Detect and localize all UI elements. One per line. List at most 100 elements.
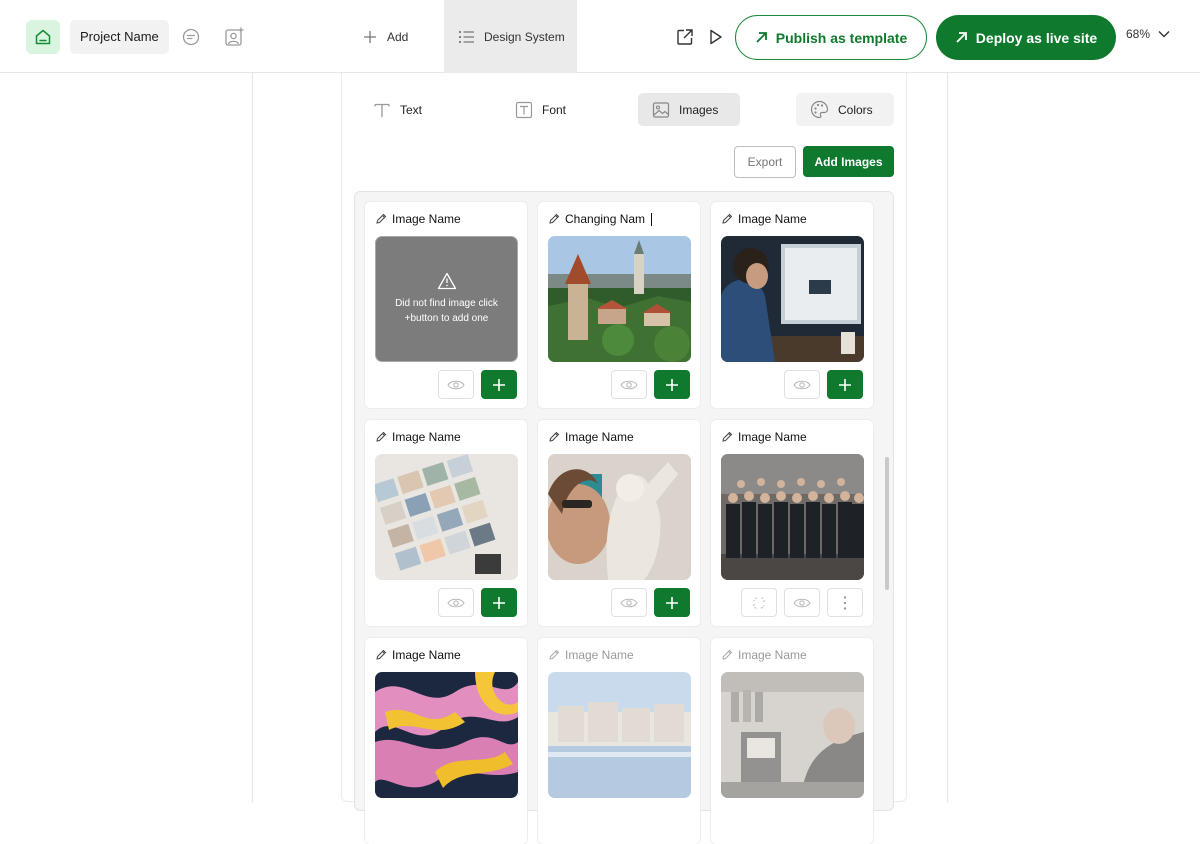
eye-icon: [620, 380, 638, 389]
card-actions: [741, 588, 863, 617]
image-name-field[interactable]: Image Name: [375, 648, 461, 662]
office-desk-photo: [721, 236, 864, 362]
publish-template-button[interactable]: Publish as template: [735, 15, 927, 60]
image-card: Image Name Did not find image click +but…: [365, 202, 527, 408]
top-bar: Project Name Add Design System Publish a…: [0, 0, 1200, 73]
image-card: Image Name: [711, 420, 873, 626]
add-image-button[interactable]: [481, 370, 517, 399]
add-image-button[interactable]: [654, 588, 690, 617]
eye-icon: [447, 598, 465, 607]
preview-button[interactable]: [784, 588, 820, 617]
marble-art-photo: [375, 672, 518, 798]
riverside-city-photo: [548, 672, 691, 798]
card-actions: [438, 370, 517, 399]
image-grid: Image Name Did not find image click +but…: [354, 191, 894, 844]
preview-button[interactable]: [611, 588, 647, 617]
old-town-photo: [548, 236, 691, 362]
preview-button[interactable]: [784, 370, 820, 399]
pencil-icon: [549, 431, 560, 442]
more-vertical-icon: [843, 595, 847, 610]
image-name-field[interactable]: Changing Nam: [548, 212, 653, 226]
panel-tabs: Text Font Images Colors: [355, 93, 895, 127]
pencil-icon: [376, 431, 387, 442]
plus-icon: [364, 31, 376, 43]
pencil-icon: [722, 213, 733, 224]
add-image-button[interactable]: [481, 588, 517, 617]
sculptor-photo: [548, 454, 691, 580]
add-user-button[interactable]: [222, 25, 246, 49]
plus-icon: [493, 596, 505, 609]
deploy-label: Deploy as live site: [975, 29, 1098, 46]
image-name-field[interactable]: Image Name: [721, 648, 807, 662]
grid-scrollbar[interactable]: [885, 457, 889, 590]
play-icon: [710, 29, 722, 45]
publish-label: Publish as template: [775, 29, 908, 46]
tab-text[interactable]: Text: [359, 93, 436, 126]
image-card: Image Name: [365, 638, 527, 844]
image-card: Image Name: [711, 638, 873, 844]
tab-colors[interactable]: Colors: [796, 93, 894, 126]
card-actions: [438, 588, 517, 617]
home-button[interactable]: [26, 20, 60, 54]
image-thumbnail: [721, 672, 864, 798]
pencil-icon: [549, 649, 560, 660]
eye-icon: [447, 380, 465, 389]
add-image-button[interactable]: [654, 370, 690, 399]
open-external-button[interactable]: [673, 25, 697, 49]
add-button[interactable]: Add: [362, 20, 408, 54]
design-system-tab[interactable]: Design System: [444, 0, 577, 73]
tab-colors-label: Colors: [838, 102, 873, 117]
font-icon: [515, 101, 533, 118]
image-thumbnail: [548, 236, 691, 362]
eye-icon: [620, 598, 638, 607]
deploy-live-button[interactable]: Deploy as live site: [936, 15, 1116, 60]
eye-icon: [793, 380, 811, 389]
image-name: Image Name: [392, 212, 461, 226]
image-thumbnail: [375, 672, 518, 798]
add-images-button[interactable]: Add Images: [803, 146, 894, 177]
comment-icon: [182, 28, 200, 46]
pencil-icon: [722, 649, 733, 660]
image-name-field[interactable]: Image Name: [375, 212, 461, 226]
image-thumbnail: [721, 454, 864, 580]
design-sheets-photo: [375, 454, 518, 580]
image-name: Image Name: [738, 212, 807, 226]
pencil-icon: [549, 213, 560, 224]
zoom-value: 68%: [1126, 27, 1151, 41]
plus-icon: [666, 378, 678, 391]
preview-play-button[interactable]: [703, 25, 727, 49]
tab-font[interactable]: Font: [501, 93, 580, 126]
card-actions: [611, 588, 690, 617]
preview-button[interactable]: [438, 370, 474, 399]
external-link-icon: [677, 29, 693, 45]
image-name-field[interactable]: Image Name: [721, 212, 807, 226]
project-name[interactable]: Project Name: [70, 20, 169, 54]
image-thumbnail: [721, 236, 864, 362]
image-card: Image Name: [365, 420, 527, 626]
text-icon: [374, 103, 390, 117]
image-card: Changing Nam: [538, 202, 700, 408]
eye-icon: [793, 598, 811, 607]
export-button[interactable]: Export: [734, 146, 796, 178]
tab-images[interactable]: Images: [638, 93, 740, 126]
add-image-button[interactable]: [827, 370, 863, 399]
image-name: Image Name: [738, 648, 807, 662]
card-actions: [784, 370, 863, 399]
unlink-button[interactable]: [741, 588, 777, 617]
arrow-up-right-icon: [956, 32, 967, 43]
image-name-field[interactable]: Image Name: [548, 648, 634, 662]
preview-button[interactable]: [438, 588, 474, 617]
preview-button[interactable]: [611, 370, 647, 399]
more-options-button[interactable]: [827, 588, 863, 617]
comment-button[interactable]: [179, 25, 203, 49]
image-name-field[interactable]: Image Name: [548, 430, 634, 444]
arrow-up-right-icon: [756, 32, 767, 43]
zoom-select[interactable]: 68%: [1126, 27, 1170, 41]
unlink-icon: [753, 596, 765, 609]
image-name-field[interactable]: Image Name: [375, 430, 461, 444]
text-cursor: [651, 212, 653, 226]
image-icon: [652, 101, 670, 118]
plus-icon: [493, 378, 505, 391]
image-name-field[interactable]: Image Name: [721, 430, 807, 444]
image-card: Image Name: [538, 420, 700, 626]
